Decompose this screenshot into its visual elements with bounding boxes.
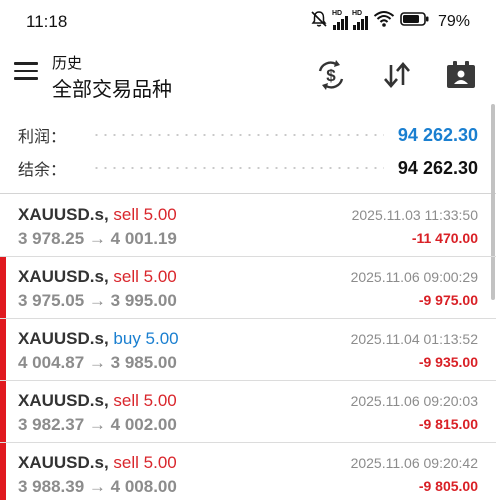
- trade-time: 2025.11.04 01:13:52: [350, 331, 478, 347]
- dollar-refresh-icon[interactable]: $: [314, 58, 348, 92]
- trade-side: sell 5.00: [113, 453, 177, 472]
- trade-prices: 3 975.05 → 3 995.00: [18, 291, 177, 310]
- trade-side: sell 5.00: [113, 391, 177, 410]
- app-header: 历史 全部交易品种 $: [0, 44, 496, 106]
- trade-row[interactable]: XAUUSD.s, sell 5.00 3 982.37 → 4 002.00 …: [0, 381, 496, 443]
- wifi-icon: [373, 10, 395, 33]
- signal-hd-label: HD: [351, 9, 363, 17]
- trade-symbol: XAUUSD.s, sell 5.00: [18, 205, 177, 224]
- status-time: 11:18: [26, 12, 68, 31]
- trade-time: 2025.11.03 11:33:50: [351, 207, 478, 223]
- trade-prices: 3 978.25 → 4 001.19: [18, 229, 177, 248]
- calendar-person-icon[interactable]: [444, 58, 478, 92]
- signal-hd-label: HD: [331, 9, 343, 17]
- trade-symbol: XAUUSD.s, buy 5.00: [18, 329, 179, 348]
- profit-row: 利润： 94 262.30: [18, 120, 478, 150]
- trade-row[interactable]: XAUUSD.s, sell 5.00 3 975.05 → 3 995.00 …: [0, 257, 496, 319]
- selection-marker: [0, 319, 6, 380]
- trade-prices: 4 004.87 → 3 985.00: [18, 353, 177, 372]
- trade-profit: -9 935.00: [418, 354, 478, 370]
- balance-label: 结余：: [18, 162, 67, 179]
- header-title[interactable]: 全部交易品种: [52, 73, 172, 102]
- profit-label: 利润：: [18, 129, 67, 146]
- trade-symbol: XAUUSD.s, sell 5.00: [18, 267, 177, 286]
- selection-marker: [0, 257, 6, 318]
- trade-list: XAUUSD.s, sell 5.00 3 978.25 → 4 001.19 …: [0, 195, 496, 500]
- header-subtitle: 历史: [52, 55, 83, 72]
- dotted-leader: [92, 134, 384, 136]
- profit-value: 94 262.30: [397, 124, 478, 145]
- trade-symbol: XAUUSD.s, sell 5.00: [18, 453, 177, 472]
- trade-prices: 3 988.39 → 4 008.00: [18, 477, 177, 496]
- trade-profit: -9 805.00: [418, 478, 478, 494]
- battery-icon: [400, 11, 430, 32]
- trade-time: 2025.11.06 09:00:29: [350, 269, 478, 285]
- status-icons: HD HD 79%: [310, 10, 470, 33]
- trade-row[interactable]: XAUUSD.s, buy 5.00 4 004.87 → 3 985.00 2…: [0, 319, 496, 381]
- trade-symbol: XAUUSD.s, sell 5.00: [18, 391, 177, 410]
- battery-percent: 79%: [437, 12, 470, 30]
- signal-strength-icon: HD: [332, 10, 348, 30]
- selection-marker: [0, 381, 6, 442]
- trade-side: buy 5.00: [113, 329, 179, 348]
- svg-text:$: $: [326, 66, 336, 85]
- balance-row: 结余： 94 262.30: [18, 153, 478, 183]
- bell-muted-icon: [310, 10, 328, 33]
- trade-row[interactable]: XAUUSD.s, sell 5.00 3 988.39 → 4 008.00 …: [0, 443, 496, 500]
- sort-icon[interactable]: [380, 58, 414, 92]
- summary-panel: 利润： 94 262.30 结余： 94 262.30: [0, 110, 496, 194]
- trade-side: sell 5.00: [113, 267, 177, 286]
- trade-prices: 3 982.37 → 4 002.00: [18, 415, 177, 434]
- trade-profit: -9 975.00: [418, 292, 478, 308]
- trade-side: sell 5.00: [113, 205, 177, 224]
- trade-time: 2025.11.06 09:20:42: [350, 455, 478, 471]
- trade-time: 2025.11.06 09:20:03: [350, 393, 478, 409]
- trade-profit: -11 470.00: [411, 230, 478, 246]
- status-bar: 11:18 HD HD 79%: [0, 0, 496, 44]
- menu-icon[interactable]: [14, 62, 38, 82]
- selection-marker: [0, 443, 6, 500]
- balance-value: 94 262.30: [397, 157, 478, 178]
- signal-strength-icon: HD: [352, 10, 368, 30]
- dotted-leader: [92, 167, 384, 169]
- trade-row[interactable]: XAUUSD.s, sell 5.00 3 978.25 → 4 001.19 …: [0, 195, 496, 257]
- trade-profit: -9 815.00: [418, 416, 478, 432]
